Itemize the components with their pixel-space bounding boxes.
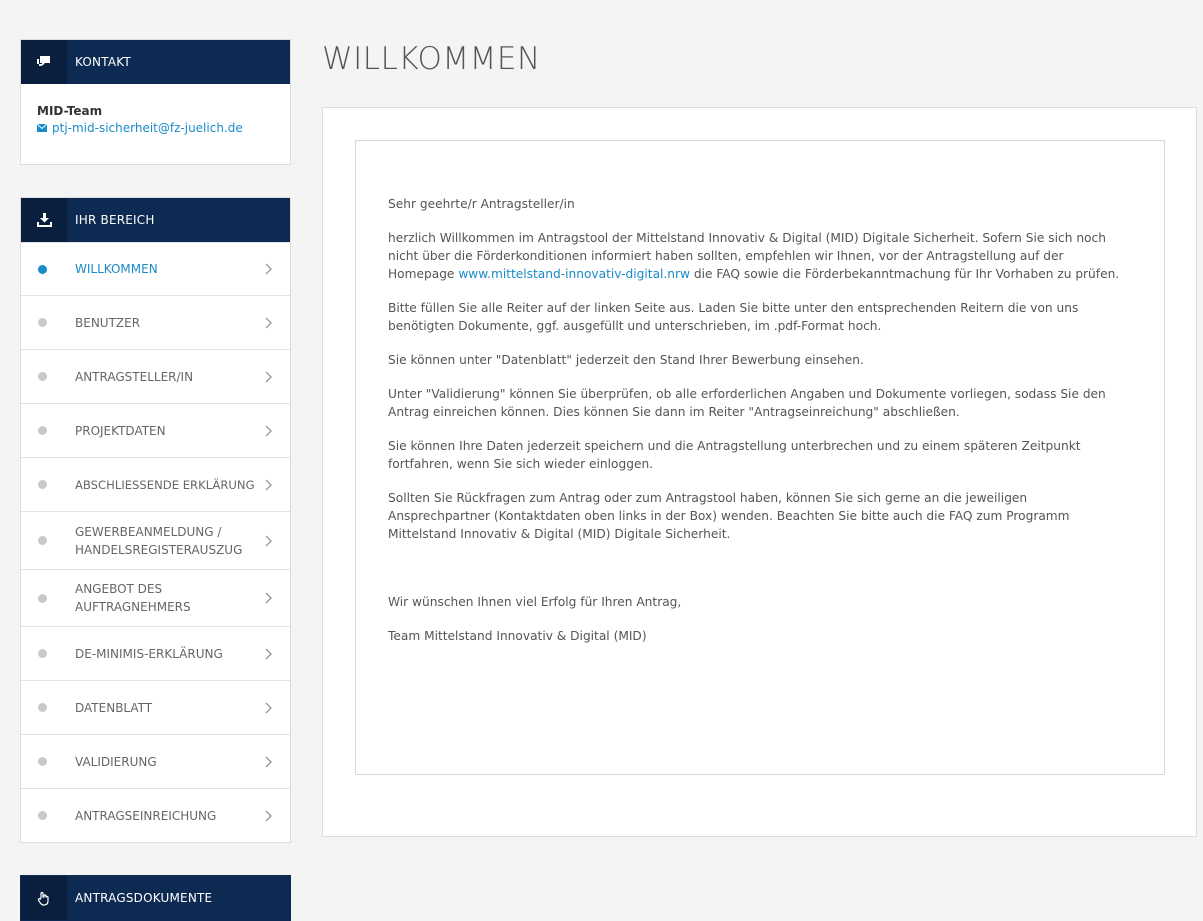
contact-email-link[interactable]: ptj-mid-sicherheit@fz-juelich.de — [37, 121, 274, 135]
chat-bubbles-icon — [21, 40, 67, 84]
inactive-dot — [38, 703, 47, 712]
inactive-dot — [38, 536, 47, 545]
questions-paragraph: Sollten Sie Rückfragen zum Antrag oder z… — [388, 491, 1070, 541]
active-dot — [38, 264, 47, 274]
nav-item-abschliessende-erklaerung[interactable]: ABSCHLIESSENDE ERKLÄRUNG — [21, 457, 290, 511]
intro-paragraph: herzlich Willkommen im Antragstool der M… — [388, 229, 1132, 283]
save-paragraph: Sie können Ihre Daten jederzeit speicher… — [388, 439, 1081, 471]
documents-title: ANTRAGSDOKUMENTE — [75, 891, 213, 905]
contact-email[interactable]: ptj-mid-sicherheit@fz-juelich.de — [52, 121, 243, 135]
nav-item-gewerbeanmeldung[interactable]: GEWERBEANMELDUNG / HANDELSREGISTERAUSZUG — [21, 511, 290, 569]
tabs-paragraph: Bitte füllen Sie alle Reiter auf der lin… — [388, 301, 1079, 333]
nav-label: BENUTZER — [75, 315, 141, 330]
nav-item-projektdaten[interactable]: PROJEKTDATEN — [21, 403, 290, 457]
chevron-right-icon — [258, 648, 278, 660]
nav-label-line1: GEWERBEANMELDUNG / — [75, 524, 222, 539]
chevron-right-icon — [258, 535, 278, 547]
download-tray-icon — [21, 198, 67, 242]
documents-header[interactable]: ANTRAGSDOKUMENTE — [20, 875, 291, 921]
nav-item-validierung[interactable]: VALIDIERUNG — [21, 734, 290, 788]
page-title: WILLKOMMEN — [322, 41, 541, 77]
inactive-dot — [38, 649, 47, 658]
chevron-right-icon — [258, 592, 278, 604]
nav-item-antragseinreichung[interactable]: ANTRAGSEINREICHUNG — [21, 788, 290, 842]
chevron-right-icon — [258, 263, 278, 275]
nav-label-line2: HANDELSREGISTERAUSZUG — [75, 542, 243, 557]
sidebar: KONTAKT MID-Team ptj-mid-sicherheit@fz-j… — [20, 39, 291, 921]
contact-header: KONTAKT — [21, 40, 290, 84]
contact-team-name: MID-Team — [37, 104, 103, 118]
inactive-dot — [38, 811, 47, 820]
nav-label-line2: AUFTRAGNEHMERS — [75, 600, 191, 614]
signature-line: Team Mittelstand Innovativ & Digital (MI… — [388, 629, 647, 643]
contact-body: MID-Team ptj-mid-sicherheit@fz-juelich.d… — [21, 84, 290, 164]
inactive-dot — [38, 593, 47, 603]
welcome-text: Sehr geehrte/r Antragsteller/in herzlich… — [356, 141, 1164, 645]
nav-item-angebot[interactable]: ANGEBOT DES AUFTRAGNEHMERS — [21, 569, 290, 626]
contact-box: KONTAKT MID-Team ptj-mid-sicherheit@fz-j… — [20, 39, 291, 165]
nav-label: VALIDIERUNG — [75, 754, 157, 769]
area-title: IHR BEREICH — [75, 213, 155, 227]
nav-item-benutzer[interactable]: BENUTZER — [21, 295, 290, 349]
nav-label: DE-MINIMIS-ERKLÄRUNG — [75, 646, 223, 661]
nav-item-datenblatt[interactable]: DATENBLATT — [21, 680, 290, 734]
area-box: IHR BEREICH WILLKOMMEN BENUTZER ANTRAGST… — [20, 197, 291, 843]
nav-label: DATENBLATT — [75, 700, 153, 715]
chevron-right-icon — [258, 479, 278, 491]
greeting: Sehr geehrte/r Antragsteller/in — [388, 197, 575, 211]
nav-item-de-minimis[interactable]: DE-MINIMIS-ERKLÄRUNG — [21, 626, 290, 680]
inactive-dot — [38, 372, 47, 381]
hand-pointer-icon — [21, 876, 67, 920]
nav-label: GEWERBEANMELDUNG / HANDELSREGISTERAUSZUG — [75, 523, 258, 559]
documents-box: ANTRAGSDOKUMENTE — [20, 875, 291, 921]
area-header: IHR BEREICH — [21, 198, 290, 242]
chevron-right-icon — [258, 425, 278, 437]
inactive-dot — [38, 480, 47, 489]
validierung-paragraph: Unter "Validierung" können Sie überprüfe… — [388, 387, 1106, 419]
chevron-right-icon — [258, 810, 278, 822]
welcome-panel: Sehr geehrte/r Antragsteller/in herzlich… — [355, 140, 1165, 775]
closing-line: Wir wünschen Ihnen viel Erfolg für Ihren… — [388, 595, 682, 609]
envelope-icon — [37, 124, 47, 132]
nav-item-willkommen[interactable]: WILLKOMMEN — [21, 242, 290, 295]
nav-label: PROJEKTDATEN — [75, 423, 166, 438]
nav-item-antragsteller[interactable]: ANTRAGSTELLER/IN — [21, 349, 290, 403]
nav-label: ANGEBOT DES AUFTRAGNEHMERS — [75, 580, 258, 616]
chevron-right-icon — [258, 702, 278, 714]
contact-title: KONTAKT — [75, 55, 131, 69]
nav-label: ABSCHLIESSENDE ERKLÄRUNG — [75, 477, 255, 492]
nav-label-line1: ANGEBOT DES — [75, 582, 163, 596]
intro-text-after: die FAQ sowie die Förderbekanntmachung f… — [690, 267, 1120, 281]
inactive-dot — [38, 318, 47, 327]
main-content: WILLKOMMEN Sehr geehrte/r Antragsteller/… — [322, 39, 1197, 837]
homepage-link[interactable]: www.mittelstand-innovativ-digital.nrw — [458, 267, 690, 281]
nav-label: WILLKOMMEN — [75, 262, 158, 276]
chevron-right-icon — [258, 756, 278, 768]
outer-panel: Sehr geehrte/r Antragsteller/in herzlich… — [322, 107, 1197, 837]
inactive-dot — [38, 426, 47, 435]
nav-label: ANTRAGSEINREICHUNG — [75, 808, 217, 823]
inactive-dot — [38, 757, 47, 766]
nav-label: ANTRAGSTELLER/IN — [75, 369, 194, 384]
chevron-right-icon — [258, 317, 278, 329]
datenblatt-paragraph: Sie können unter "Datenblatt" jederzeit … — [388, 353, 864, 367]
chevron-right-icon — [258, 371, 278, 383]
